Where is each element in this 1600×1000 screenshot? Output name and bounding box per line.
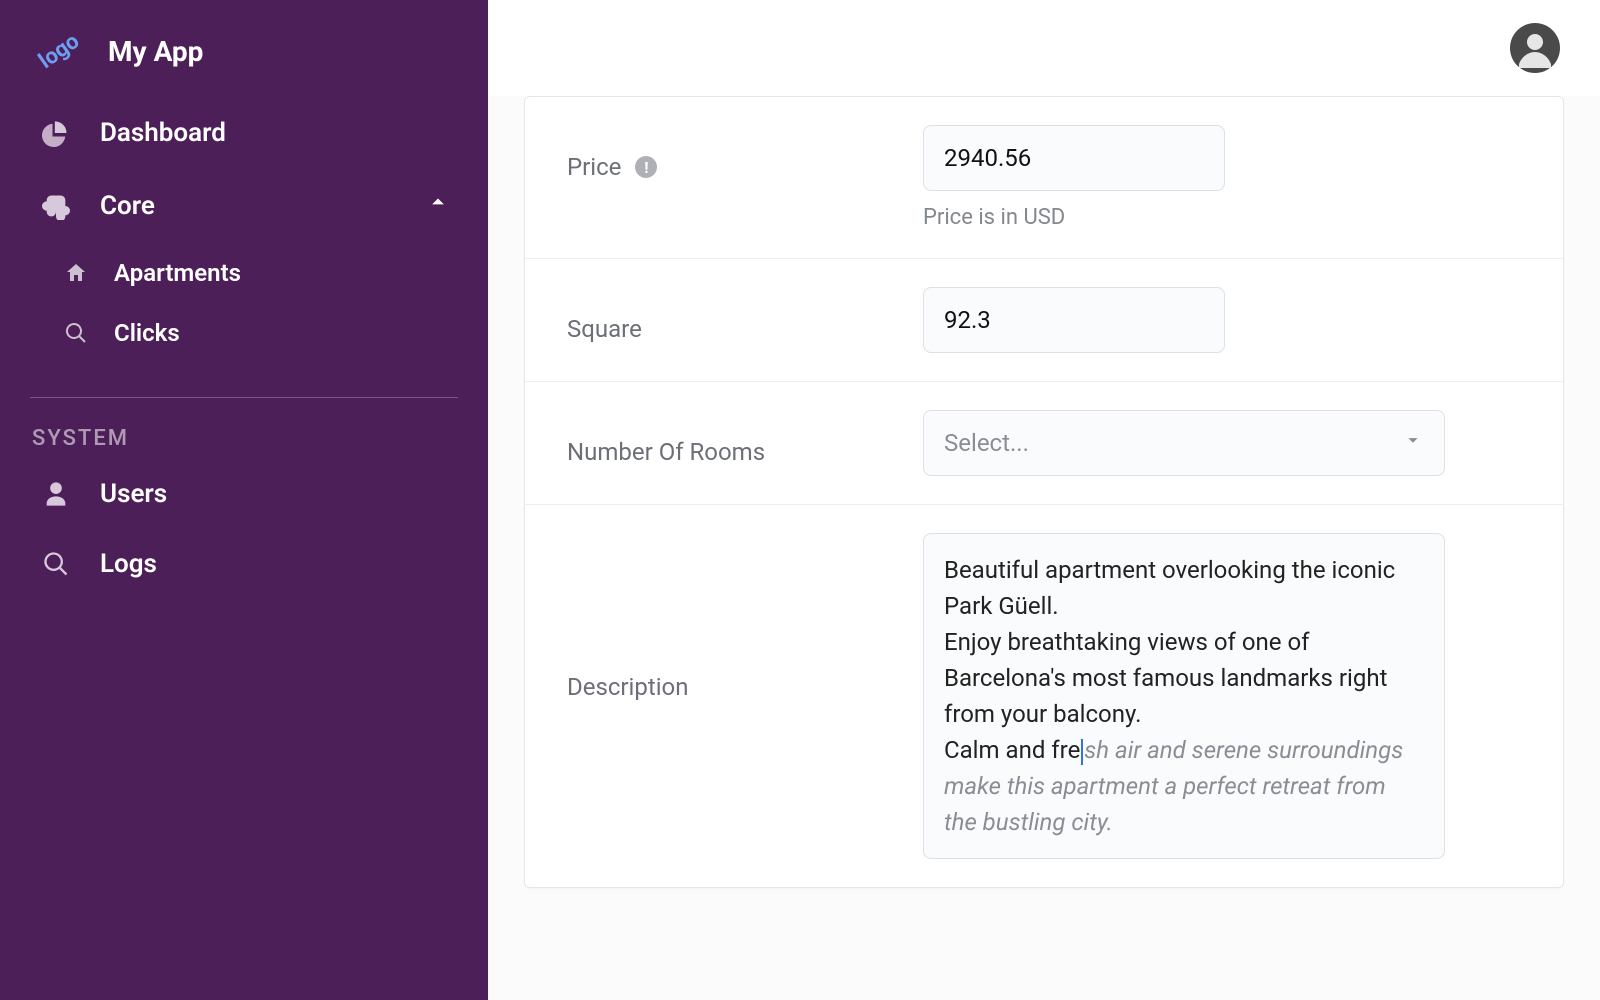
label-description: Description: [567, 533, 923, 701]
home-icon: [60, 261, 92, 285]
content: Price ! Price is in USD Square Numbe: [488, 96, 1600, 1000]
sidebar-section-system: SYSTEM: [0, 416, 488, 459]
row-description: Description Beautiful apartment overlook…: [525, 505, 1563, 887]
sidebar-item-label: Apartments: [114, 259, 241, 287]
pie-chart-icon: [36, 119, 76, 147]
price-help: Price is in USD: [923, 205, 1521, 230]
sidebar-item-label: Clicks: [114, 319, 180, 347]
sidebar-item-clicks[interactable]: Clicks: [0, 303, 488, 363]
row-price: Price ! Price is in USD: [525, 97, 1563, 259]
main: Price ! Price is in USD Square Numbe: [488, 0, 1600, 1000]
sidebar-item-logs[interactable]: Logs: [0, 529, 488, 599]
sidebar-item-label: Dashboard: [100, 118, 452, 148]
chevron-up-icon: [424, 188, 452, 223]
avatar[interactable]: [1510, 23, 1560, 73]
label-text: Description: [567, 673, 689, 701]
brand: logo My App: [0, 28, 488, 98]
form-card: Price ! Price is in USD Square Numbe: [524, 96, 1564, 888]
rooms-select[interactable]: Select...: [923, 410, 1445, 476]
label-text: Number Of Rooms: [567, 438, 765, 466]
search-icon: [36, 550, 76, 578]
brain-icon: [36, 192, 76, 220]
sidebar-item-apartments[interactable]: Apartments: [0, 243, 488, 303]
caret-down-icon: [1402, 429, 1424, 457]
search-icon: [60, 321, 92, 345]
description-typed: Beautiful apartment overlooking the icon…: [944, 556, 1395, 764]
square-input[interactable]: [923, 287, 1225, 353]
label-rooms: Number Of Rooms: [567, 410, 923, 466]
user-icon: [36, 480, 76, 508]
text-caret: [1081, 739, 1083, 765]
info-icon[interactable]: !: [635, 156, 657, 178]
sidebar-item-label: Users: [100, 479, 452, 509]
sidebar-item-users[interactable]: Users: [0, 459, 488, 529]
topbar: [488, 0, 1600, 96]
app-title: My App: [108, 35, 203, 68]
sidebar-item-label: Core: [100, 191, 424, 221]
description-input[interactable]: Beautiful apartment overlooking the icon…: [923, 533, 1445, 859]
select-placeholder: Select...: [944, 429, 1029, 457]
sidebar: logo My App Dashboard Core Apartments Cl…: [0, 0, 488, 1000]
label-square: Square: [567, 287, 923, 343]
label-price: Price !: [567, 125, 923, 181]
logo-icon: logo: [27, 19, 91, 83]
label-text: Square: [567, 315, 642, 343]
sidebar-item-dashboard[interactable]: Dashboard: [0, 98, 488, 168]
sidebar-item-core[interactable]: Core: [0, 168, 488, 243]
label-text: Price: [567, 153, 621, 181]
divider: [30, 397, 458, 398]
row-square: Square: [525, 259, 1563, 382]
sidebar-item-label: Logs: [100, 549, 452, 579]
price-input[interactable]: [923, 125, 1225, 191]
row-rooms: Number Of Rooms Select...: [525, 382, 1563, 505]
